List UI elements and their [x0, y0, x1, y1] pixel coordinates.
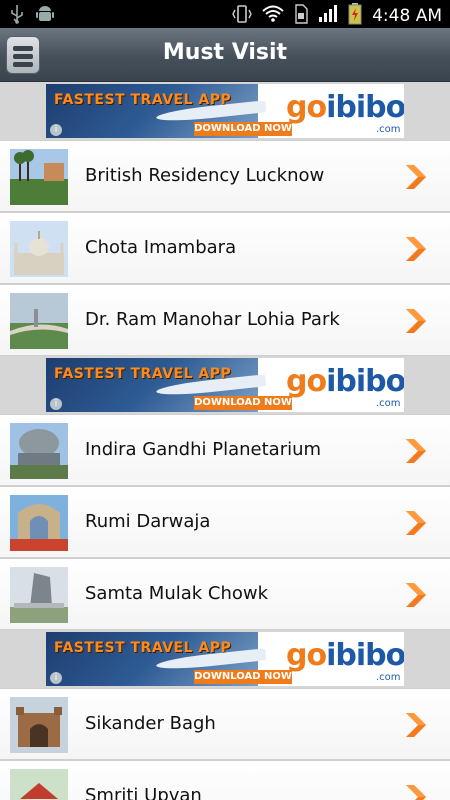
- signal-icon: [318, 5, 338, 27]
- ad-download-button[interactable]: DOWNLOAD NOW: [194, 396, 292, 410]
- place-thumbnail: [10, 567, 68, 623]
- page-title: Must Visit: [162, 40, 288, 65]
- list-item[interactable]: Dr. Ram Manohar Lohia Park: [0, 284, 450, 356]
- ad-download-button[interactable]: DOWNLOAD NOW: [194, 122, 292, 136]
- place-thumbnail: [10, 423, 68, 479]
- place-list: FASTEST TRAVEL APP DOWNLOAD NOW goibibo …: [0, 82, 450, 800]
- chevron-right-icon: [404, 511, 426, 539]
- ad-banner[interactable]: FASTEST TRAVEL APP DOWNLOAD NOW goibibo …: [46, 358, 404, 412]
- ad-logo: goibibo: [286, 90, 404, 125]
- ad-logo-ibibo: ibibo: [326, 90, 404, 125]
- chevron-right-icon: [404, 165, 426, 193]
- list-item[interactable]: Chota Imambara: [0, 212, 450, 284]
- battery-charging-icon: [348, 3, 362, 29]
- place-thumbnail: [10, 697, 68, 753]
- list-item[interactable]: British Residency Lucknow: [0, 140, 450, 212]
- ad-logo: goibibo: [286, 638, 404, 673]
- chevron-right-icon: [404, 785, 426, 800]
- place-thumbnail: [10, 495, 68, 551]
- ad-domain: .com: [376, 124, 401, 135]
- title-bar: Must Visit: [0, 28, 450, 82]
- list-item[interactable]: Rumi Darwaja: [0, 486, 450, 558]
- ad-logo-ibibo: ibibo: [326, 638, 404, 673]
- ad-row: FASTEST TRAVEL APP DOWNLOAD NOW goibibo …: [0, 82, 450, 140]
- wifi-icon: [262, 5, 284, 27]
- ad-info-icon[interactable]: i: [50, 124, 62, 136]
- ad-domain: .com: [376, 398, 401, 409]
- ad-logo-go: go: [286, 90, 327, 125]
- place-name: British Residency Lucknow: [85, 165, 325, 186]
- ad-banner[interactable]: FASTEST TRAVEL APP DOWNLOAD NOW goibibo …: [46, 84, 404, 138]
- ad-row: FASTEST TRAVEL APP DOWNLOAD NOW goibibo …: [0, 630, 450, 688]
- ad-logo-ibibo: ibibo: [326, 364, 404, 399]
- place-name: Sikander Bagh: [85, 713, 216, 734]
- ad-logo-go: go: [286, 638, 327, 673]
- chevron-right-icon: [404, 237, 426, 265]
- ad-info-icon[interactable]: i: [50, 672, 62, 684]
- place-thumbnail: [10, 149, 68, 205]
- chevron-right-icon: [404, 713, 426, 741]
- sim-icon: [294, 4, 308, 28]
- place-name: Dr. Ram Manohar Lohia Park: [85, 309, 340, 330]
- place-name: Chota Imambara: [85, 237, 237, 258]
- ad-row: FASTEST TRAVEL APP DOWNLOAD NOW goibibo …: [0, 356, 450, 414]
- place-thumbnail: [10, 293, 68, 349]
- ad-domain: .com: [376, 672, 401, 683]
- chevron-right-icon: [404, 583, 426, 611]
- ad-download-button[interactable]: DOWNLOAD NOW: [194, 670, 292, 684]
- chevron-right-icon: [404, 439, 426, 467]
- vibrate-icon: [232, 4, 252, 28]
- list-item[interactable]: Indira Gandhi Planetarium: [0, 414, 450, 486]
- list-item[interactable]: Sikander Bagh: [0, 688, 450, 760]
- status-bar: 4:48 AM: [0, 0, 450, 28]
- list-item[interactable]: Samta Mulak Chowk: [0, 558, 450, 630]
- list-item[interactable]: Smriti Upvan: [0, 760, 450, 800]
- ad-logo-go: go: [286, 364, 327, 399]
- usb-icon: [10, 4, 24, 28]
- place-name: Samta Mulak Chowk: [85, 583, 269, 604]
- place-name: Indira Gandhi Planetarium: [85, 439, 322, 460]
- chevron-right-icon: [404, 309, 426, 337]
- place-name: Rumi Darwaja: [85, 511, 211, 532]
- place-thumbnail: [10, 221, 68, 277]
- ad-logo: goibibo: [286, 364, 404, 399]
- place-thumbnail: [10, 769, 68, 800]
- ad-info-icon[interactable]: i: [50, 398, 62, 410]
- ad-banner[interactable]: FASTEST TRAVEL APP DOWNLOAD NOW goibibo …: [46, 632, 404, 686]
- place-name: Smriti Upvan: [85, 785, 202, 800]
- clock: 4:48 AM: [372, 6, 442, 26]
- android-icon: [36, 4, 54, 28]
